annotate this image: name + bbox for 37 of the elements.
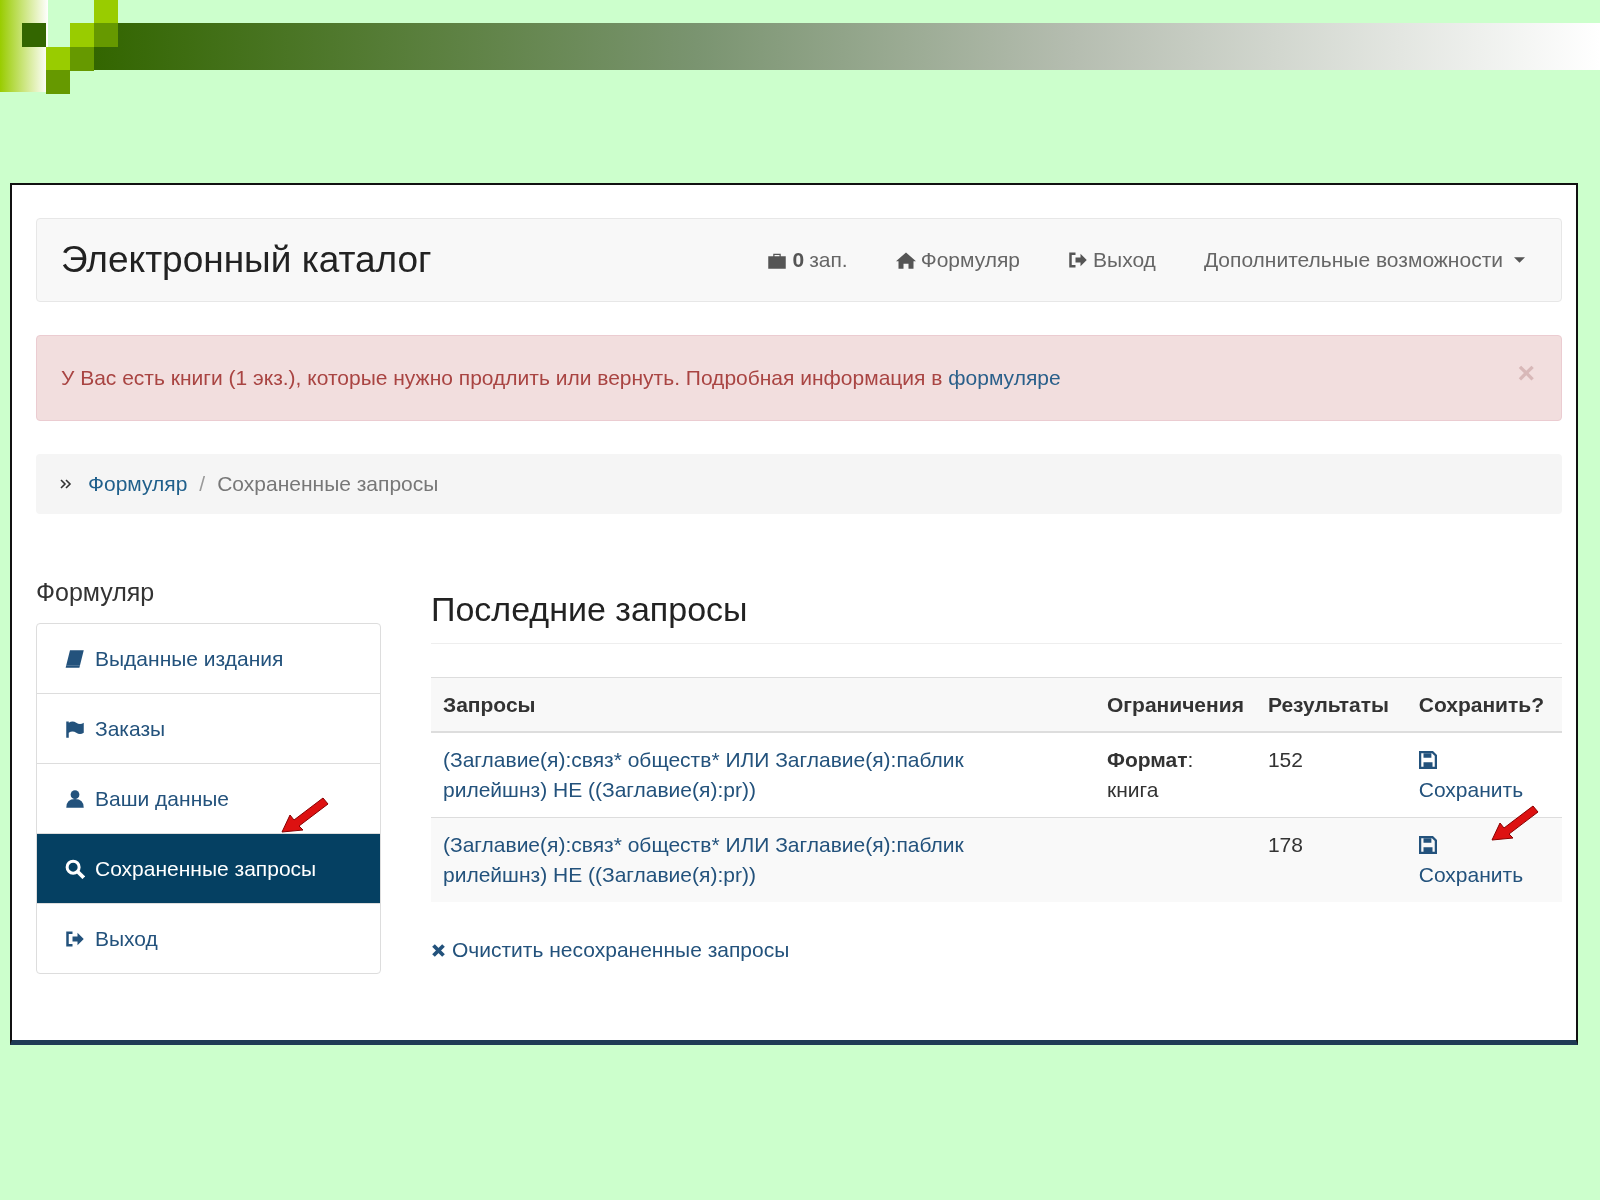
nav-link[interactable]: Дополнительные возможности	[1203, 248, 1525, 272]
query-link[interactable]: (Заглавие(я):связ* обществ* ИЛИ Заглавие(я):паблик рилейшнз) НЕ ((Заглавие(я):pr))	[443, 745, 1003, 805]
breadcrumb-link[interactable]: Формуляр	[88, 472, 188, 496]
exit-icon	[1068, 251, 1089, 269]
current-page-label: Сохраненные запросы	[217, 472, 439, 496]
user-icon	[65, 788, 85, 809]
page-heading: Последние запросы	[431, 578, 1562, 644]
caret-icon	[1514, 256, 1525, 264]
results-count: 152	[1267, 748, 1303, 771]
nav-link[interactable]: 0 зап.	[767, 248, 848, 272]
site-title[interactable]: Электронный каталог	[61, 239, 432, 281]
clear-link[interactable]: Очистить несохраненные запросы	[431, 938, 790, 962]
breadcrumb-separator: /	[199, 472, 206, 496]
column-header: Сохранить?	[1406, 677, 1562, 732]
pointer-arrow-icon	[1490, 803, 1540, 843]
alert-message: У Вас есть книги (1 экз.), которые нужно продлить или вернуть. Подробная информация в формуляре	[61, 366, 1061, 390]
column-header: Ограничения	[1095, 677, 1256, 732]
pointer-arrow-icon	[280, 795, 330, 835]
sidebar-item[interactable]: Заказы	[37, 693, 380, 763]
search-icon	[65, 858, 85, 879]
results-count: 178	[1267, 833, 1303, 856]
sidebar-item[interactable]: Сохраненные запросы	[37, 833, 380, 903]
sidebar-item[interactable]: Выход	[37, 903, 380, 973]
briefcase-icon	[767, 251, 788, 269]
double-chevron-icon	[60, 479, 72, 489]
sidebar-heading: Формуляр	[36, 578, 156, 607]
nav-link[interactable]: Формуляр	[895, 248, 1021, 272]
home-icon	[895, 251, 916, 269]
nav-link[interactable]: Выход	[1068, 248, 1156, 272]
column-header: Результаты	[1255, 677, 1407, 732]
book-icon	[65, 648, 85, 669]
sidebar-item[interactable]: Выданные издания	[37, 624, 380, 693]
column-header: Запросы	[431, 677, 1095, 732]
cross-icon	[431, 942, 446, 958]
account-link[interactable]: формуляре	[948, 366, 1061, 389]
limits-text: Формат: книга	[1107, 748, 1194, 801]
save-link[interactable]: Сохранить	[1418, 745, 1550, 805]
